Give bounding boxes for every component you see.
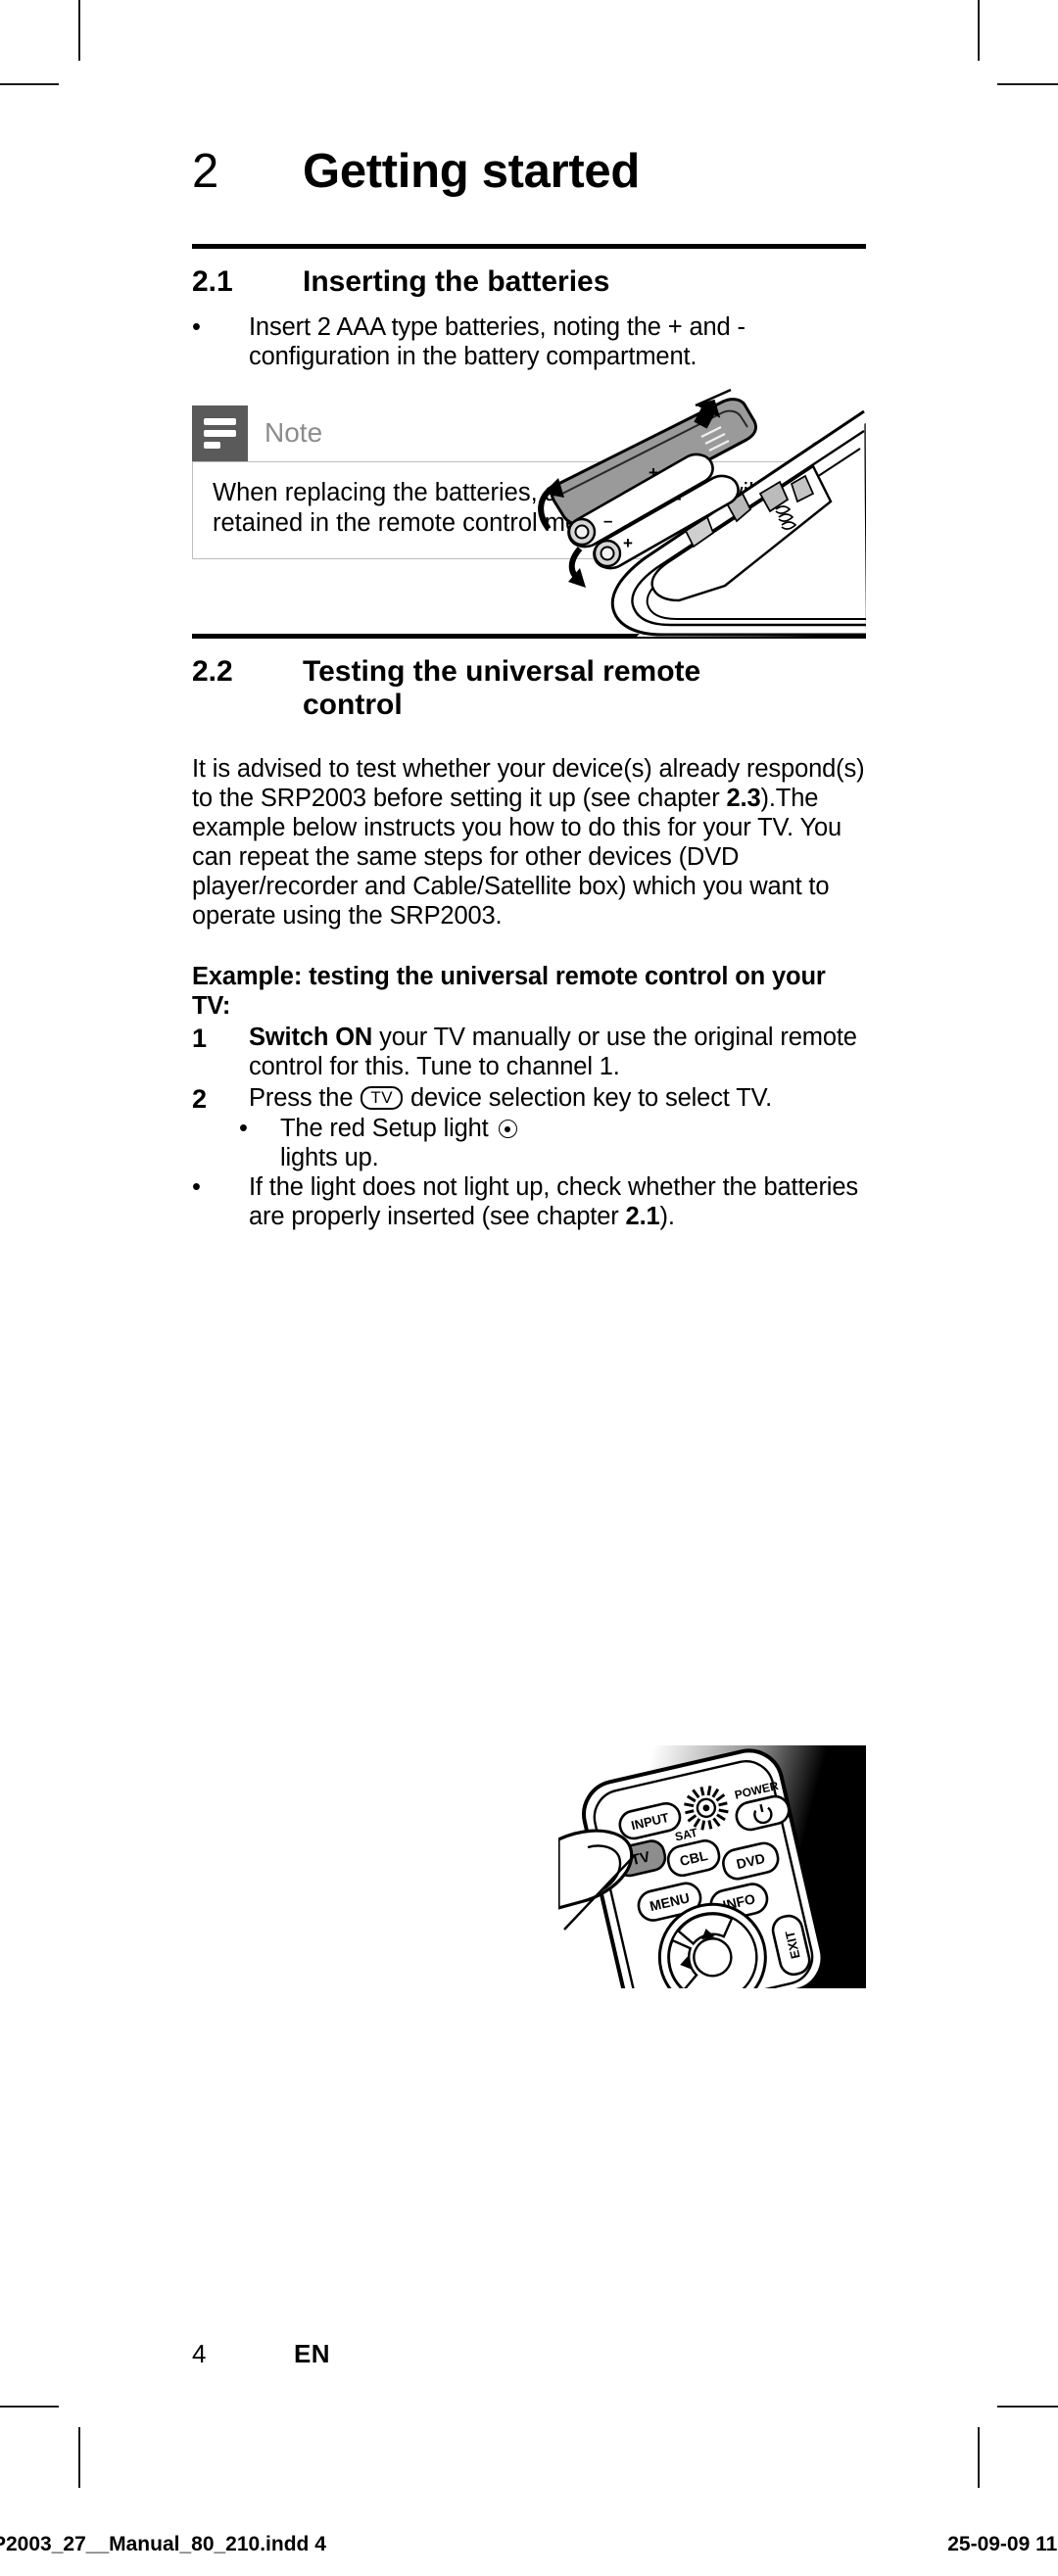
figure-battery-compartment: – + + – [519,384,866,637]
setup-led-icon [498,1120,517,1139]
list-item-insert-batteries: • Insert 2 AAA type batteries, noting th… [192,313,866,372]
bullet-marker-2: • [192,1173,201,1202]
step-2-sub-bullet: • The red Setup light lights up. [239,1115,866,1173]
battery-figure-svg: – + + – [538,388,866,637]
step-2-number: 2 [192,1083,208,1114]
step-1: 1 Switch ON your TV manually or use the … [192,1024,866,1082]
crop-mark-bottom-right-horizontal [997,2406,1058,2408]
step-1-bold-lead: Switch ON [249,1023,373,1051]
svg-text:–: – [603,511,612,530]
section-rule-2-1 [192,244,866,250]
step-2-text: Press the TV device selection key to sel… [249,1084,866,1114]
bullet-marker: • [192,312,201,341]
crop-mark-bottom-left-horizontal [0,2406,59,2408]
figure-remote-keypad: INPUT POWER TV SAT CBL DVD MENU INFO EXI… [558,1745,866,1988]
section-heading-2-2: 2.2 Testing the universal remote control [192,655,866,722]
section-title-2-2: Testing the universal remote control [303,654,701,721]
light-check-text: If the light does not light up, check wh… [249,1173,866,1232]
setup-light-post: lights up. [280,1144,379,1172]
setup-light-text: The red Setup light lights up. [280,1115,559,1173]
sub-bullet-marker: • [239,1115,248,1143]
crop-mark-top-left-horizontal [0,83,59,85]
svg-text:+: + [623,534,633,552]
section-2-2-paragraph: It is advised to test whether your devic… [192,755,866,931]
section-number-2-1: 2.1 [192,265,233,299]
page-number: 4 [192,2339,207,2368]
crop-mark-bottom-right-vertical [978,2427,980,2488]
step-1-text: Switch ON your TV manually or use the or… [249,1024,866,1082]
print-slug-timestamp: 25-09-09 11:0 [947,2533,1058,2555]
light-check-pre: If the light does not light up, check wh… [249,1173,858,1231]
chapter-title: Getting started [303,145,640,198]
insert-batteries-text: Insert 2 AAA type batteries, noting the … [249,312,745,370]
language-code: EN [294,2339,330,2368]
chapter-reference-2-3: 2.3 [726,785,761,813]
print-slug-filename: P2003_27__Manual_80_210.indd 4 [0,2533,326,2555]
step-2-post-key: device selection key to select TV. [404,1083,773,1112]
page-content: 2 Getting started 2.1 Inserting the batt… [192,145,866,1232]
example-heading: Example: testing the universal remote co… [192,962,826,1020]
step-2: 2 Press the TV device selection key to s… [192,1084,866,1116]
chapter-number: 2 [192,145,218,198]
list-item-light-check: • If the light does not light up, check … [192,1173,866,1232]
step-1-number: 1 [192,1023,208,1053]
crop-mark-top-right-horizontal [997,83,1058,85]
crop-mark-bottom-left-vertical [78,2427,80,2488]
crop-mark-top-left-vertical [78,0,80,61]
step-2-pre-key: Press the [249,1083,361,1112]
section-title-2-1: Inserting the batteries [303,265,610,299]
remote-keypad-svg: INPUT POWER TV SAT CBL DVD MENU INFO EXI… [558,1745,866,1988]
setup-light-pre: The red Setup light [280,1115,496,1143]
page-title: 2 Getting started [192,145,866,198]
note-lines-icon [192,405,248,461]
section-number-2-2: 2.2 [192,654,233,688]
section-heading-2-1: 2.1 Inserting the batteries [192,265,866,299]
chapter-reference-2-1: 2.1 [625,1203,660,1231]
svg-text:–: – [672,489,681,507]
tv-key-glyph: TV [361,1085,404,1110]
crop-mark-top-right-vertical [978,0,980,61]
svg-text:+: + [649,463,658,482]
note-label: Note [264,417,323,449]
page-footer: 4 EN [192,2339,330,2369]
light-check-post: ). [659,1203,675,1231]
